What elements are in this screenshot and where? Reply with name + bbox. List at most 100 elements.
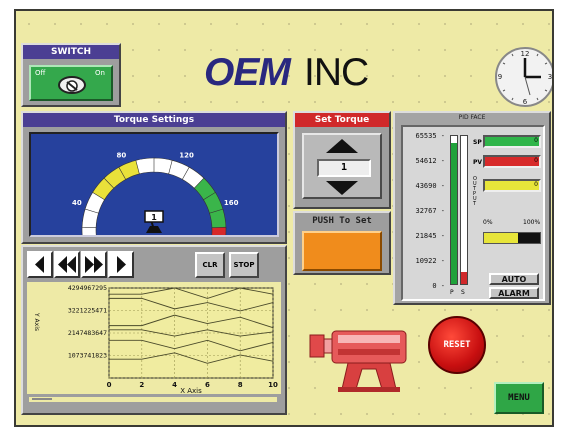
pid-scale-tick: 10922 - bbox=[415, 257, 445, 265]
push-to-set-button[interactable] bbox=[302, 231, 382, 271]
switch-widget: SWITCH Off On bbox=[21, 43, 121, 107]
y-tick-label: 1073741823 bbox=[68, 352, 107, 360]
press-machine-graphic bbox=[308, 319, 410, 393]
decrement-arrow-icon[interactable] bbox=[324, 179, 360, 197]
hmi-panel: SWITCH Off On OEM INC 12 3 6 9 Torque Se… bbox=[14, 9, 554, 427]
analog-clock: 12 3 6 9 bbox=[494, 46, 552, 108]
clear-button[interactable]: CLR bbox=[195, 252, 225, 278]
switch-on-label: On bbox=[95, 69, 105, 77]
switch-off-label: Off bbox=[35, 69, 46, 77]
pid-scale-tick: 65535 - bbox=[415, 132, 445, 140]
gauge-scale-label: 160 bbox=[224, 199, 239, 207]
pv-indicator: 0 bbox=[483, 155, 541, 168]
pid-face-panel: PID FACE 65535 - 54612 - 43690 - 32767 - 218… bbox=[393, 111, 551, 305]
gauge-scale-label: 40 bbox=[72, 199, 82, 207]
x-tick-label: 10 bbox=[268, 381, 278, 389]
sp-axis-label: S bbox=[461, 289, 465, 296]
process-variable-bar bbox=[450, 135, 458, 285]
pv-label: PV bbox=[473, 159, 483, 166]
selector-knob-icon[interactable] bbox=[58, 76, 86, 94]
increment-arrow-icon[interactable] bbox=[324, 137, 360, 155]
gauge-scale-label: 80 bbox=[117, 152, 127, 160]
y-axis-label: Y Axis bbox=[33, 312, 40, 331]
off-on-switch[interactable]: Off On bbox=[29, 65, 113, 101]
fast-forward-button[interactable] bbox=[81, 251, 107, 278]
sp-bar-fill bbox=[461, 272, 467, 284]
trend-chart: 1073741823 2147483647 3221225471 4294967295… bbox=[27, 282, 281, 395]
pid-scale-tick: 32767 - bbox=[415, 207, 445, 215]
y-tick-label: 2147483647 bbox=[68, 329, 107, 337]
switch-title: SWITCH bbox=[23, 45, 119, 59]
rewind-button[interactable] bbox=[54, 251, 80, 278]
pid-scale-tick: 21845 - bbox=[415, 232, 445, 240]
output-scale-min: 0% bbox=[483, 219, 493, 226]
set-torque-stepper: 1 bbox=[302, 133, 382, 199]
pv-bar-fill bbox=[451, 143, 457, 284]
stop-button[interactable]: STOP bbox=[229, 252, 259, 278]
pv-axis-label: P bbox=[450, 289, 454, 296]
alarm-button[interactable]: ALARM bbox=[489, 287, 539, 299]
company-logo-inc: INC bbox=[304, 51, 369, 94]
pid-scale-tick: 0 - bbox=[432, 282, 445, 290]
auto-button[interactable]: AUTO bbox=[489, 273, 539, 285]
pid-face-title: PID FACE bbox=[458, 114, 486, 121]
knob-slot-icon bbox=[66, 80, 78, 92]
x-tick-label: 8 bbox=[238, 381, 243, 389]
trend-chart-svg: 1073741823 2147483647 3221225471 4294967295… bbox=[33, 284, 278, 395]
torque-settings-panel: Torque Settings 04080120160200 1 bbox=[21, 111, 287, 272]
clock-numeral-6: 6 bbox=[523, 98, 528, 106]
torque-settings-title: Torque Settings bbox=[23, 113, 285, 127]
company-logo-oem: OEM bbox=[204, 51, 291, 94]
chart-scroll-thumb[interactable] bbox=[32, 398, 52, 400]
x-tick-label: 6 bbox=[205, 381, 210, 389]
pid-faceplate: 65535 - 54612 - 43690 - 32767 - 21845 - 10922… bbox=[401, 125, 545, 301]
clock-numeral-3: 3 bbox=[548, 73, 552, 81]
rewind-icon bbox=[58, 256, 76, 273]
x-tick-label: 0 bbox=[107, 381, 112, 389]
clock-numeral-12: 12 bbox=[521, 50, 530, 58]
sp-indicator: 0 bbox=[483, 135, 541, 148]
chart-scroll-track[interactable] bbox=[29, 397, 277, 402]
menu-button[interactable]: MENU bbox=[494, 382, 544, 414]
output-value: 0 bbox=[534, 181, 538, 188]
output-indicator: 0 bbox=[483, 179, 541, 192]
gauge-hub bbox=[146, 226, 162, 233]
x-tick-label: 2 bbox=[139, 381, 144, 389]
gauge-dial: 04080120160200 1 bbox=[72, 152, 239, 272]
sp-label: SP bbox=[473, 139, 482, 146]
y-tick-label: 4294967295 bbox=[68, 284, 107, 292]
output-percent-fill bbox=[484, 233, 518, 243]
push-to-set-panel: PUSH To Set bbox=[293, 211, 391, 275]
y-tick-label: 3221225471 bbox=[68, 307, 107, 315]
gauge-readout: 1 bbox=[151, 213, 157, 222]
clock-face-icon: 12 3 6 9 bbox=[495, 47, 552, 107]
x-axis-label: X Axis bbox=[180, 387, 202, 394]
push-to-set-label: PUSH To Set bbox=[312, 216, 372, 226]
skip-forward-icon bbox=[117, 256, 126, 273]
output-percent-bar bbox=[483, 232, 541, 244]
first-page-button[interactable] bbox=[27, 251, 53, 278]
pid-scale-tick: 43690 - bbox=[415, 182, 445, 190]
clock-numeral-9: 9 bbox=[498, 73, 502, 81]
setpoint-bar bbox=[460, 135, 468, 285]
set-torque-title: Set Torque bbox=[295, 113, 389, 127]
trend-panel: CLR STOP 1073741823 2147483647 3221225471 4… bbox=[21, 245, 287, 415]
pid-scale-tick: 54612 - bbox=[415, 157, 445, 165]
output-label: OUTPUT bbox=[473, 176, 477, 207]
skip-back-icon bbox=[35, 256, 44, 273]
gauge-segment bbox=[135, 157, 156, 175]
gauge-scale-label: 120 bbox=[179, 152, 194, 160]
x-tick-label: 4 bbox=[172, 381, 177, 389]
output-scale-max: 100% bbox=[523, 219, 541, 226]
set-torque-value[interactable]: 1 bbox=[317, 159, 371, 177]
gauge-segment bbox=[210, 226, 227, 248]
torque-gauge: 04080120160200 1 bbox=[29, 132, 279, 272]
hmi-screenshot: SWITCH Off On OEM INC 12 3 6 9 Torque Se… bbox=[0, 0, 563, 434]
set-torque-panel: Set Torque 1 bbox=[293, 111, 391, 209]
sp-value: 0 bbox=[534, 137, 538, 144]
pv-value: 0 bbox=[534, 157, 538, 164]
fast-forward-icon bbox=[85, 256, 103, 273]
last-page-button[interactable] bbox=[108, 251, 134, 278]
reset-button[interactable]: RESET bbox=[428, 316, 486, 374]
press-machine-icon bbox=[309, 330, 407, 392]
